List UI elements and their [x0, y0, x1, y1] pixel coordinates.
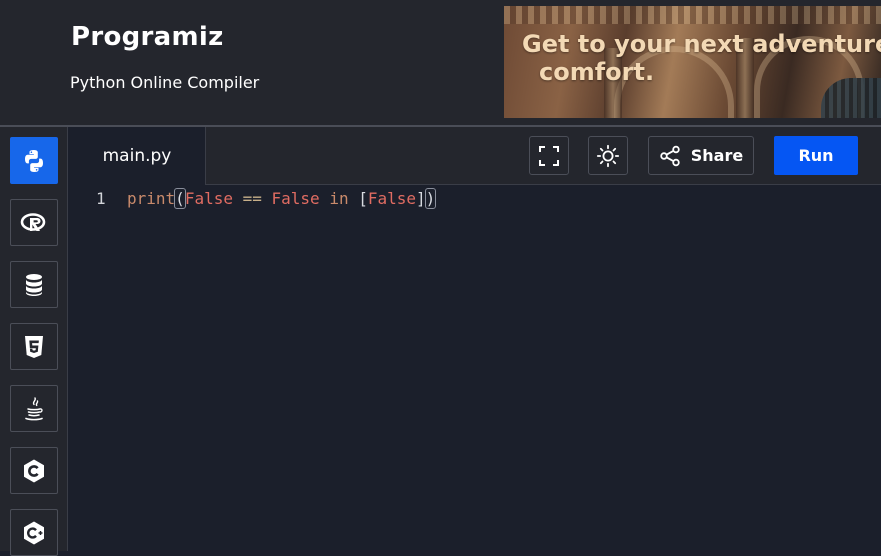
run-button-label: Run: [798, 146, 834, 165]
sidebar-item-python[interactable]: [10, 137, 58, 184]
language-sidebar: [0, 127, 68, 556]
ad-text-line2: comfort.: [539, 58, 655, 86]
fullscreen-button[interactable]: [529, 136, 569, 175]
run-button[interactable]: Run: [774, 136, 858, 175]
java-icon: [25, 396, 43, 420]
ad-text: Get to your next adventure comfort.: [522, 30, 881, 86]
sidebar-item-sql[interactable]: [10, 261, 58, 308]
line-number: 1: [96, 189, 106, 208]
token-operator-in: in: [319, 189, 359, 208]
token-operator: ==: [232, 189, 272, 208]
tab-main-py[interactable]: main.py: [69, 127, 206, 185]
python-icon: [25, 149, 43, 172]
token-keyword: False: [184, 189, 233, 208]
sidebar-item-java[interactable]: [10, 385, 58, 432]
code-editor[interactable]: 1 print(False == False in [False]): [69, 186, 881, 551]
database-icon: [26, 273, 42, 296]
token-function: print: [127, 189, 176, 208]
share-button[interactable]: Share: [648, 136, 754, 175]
advertisement-banner[interactable]: Get to your next adventure comfort.: [504, 6, 881, 118]
share-icon: [660, 145, 680, 166]
sidebar-item-cpp[interactable]: [10, 509, 58, 556]
sidebar-item-html[interactable]: [10, 323, 58, 370]
token-bracket-close: ]: [416, 189, 426, 208]
theme-toggle-button[interactable]: [588, 136, 628, 175]
share-button-label: Share: [690, 146, 744, 165]
token-paren-close: ): [424, 188, 437, 209]
token-bracket-open: [: [358, 189, 368, 208]
editor-toolbar: main.py Share Run: [69, 127, 881, 185]
token-keyword: False: [367, 189, 417, 208]
cpp-icon: [24, 521, 44, 544]
fullscreen-icon: [539, 145, 559, 166]
ad-frieze-decoration: [504, 6, 881, 24]
file-tab-label: main.py: [102, 146, 172, 166]
sun-icon: [596, 144, 620, 167]
token-keyword: False: [271, 189, 320, 208]
programiz-logo[interactable]: Programiz: [71, 22, 224, 52]
token-paren-open: (: [174, 188, 186, 209]
sidebar-item-r[interactable]: [10, 199, 58, 246]
c-icon: [24, 459, 44, 482]
sidebar-item-c[interactable]: [10, 447, 58, 494]
header: Programiz Python Online Compiler Get to …: [0, 0, 881, 125]
r-icon: [20, 212, 46, 231]
html5-icon: [25, 335, 43, 358]
code-text[interactable]: print(False == False in [False]): [127, 186, 437, 212]
page-subtitle: Python Online Compiler: [70, 73, 260, 92]
code-line[interactable]: 1 print(False == False in [False]): [69, 186, 881, 212]
ad-text-line1: Get to your next adventure: [522, 30, 881, 58]
